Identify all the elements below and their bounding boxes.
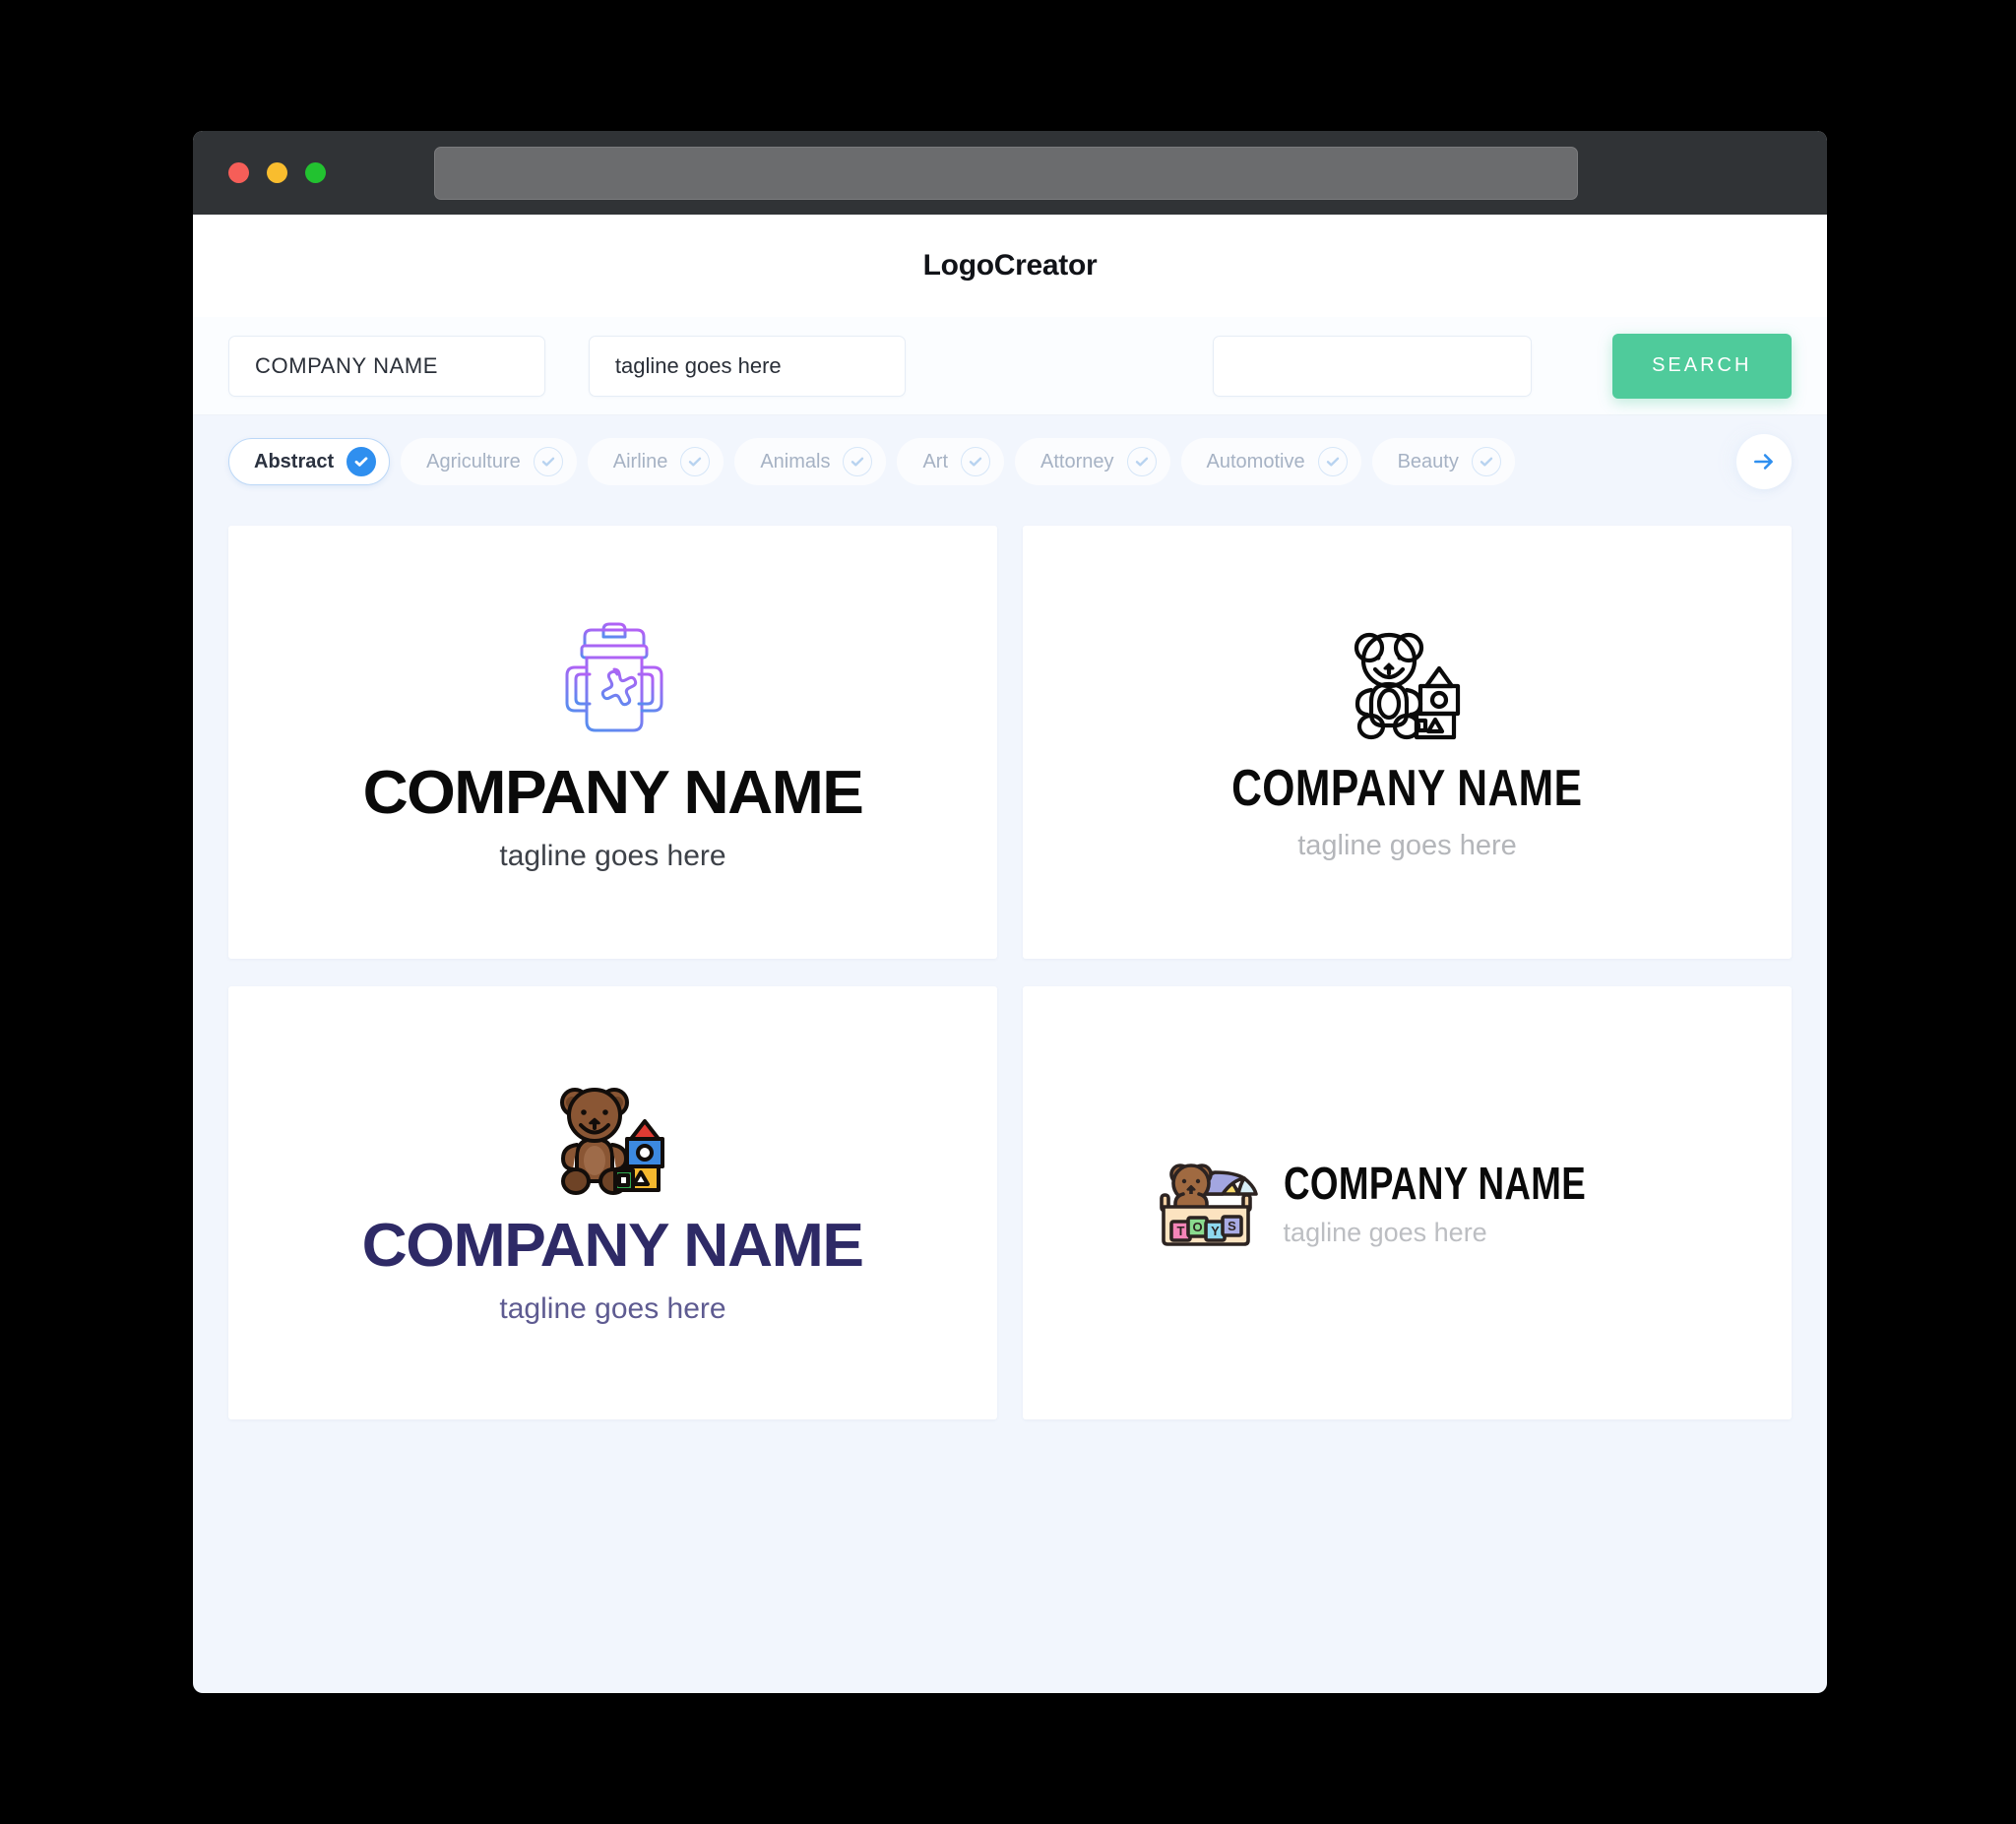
logo-company-name: COMPANY NAME [362, 759, 864, 827]
logo-company-name: COMPANY NAME [1283, 1157, 1586, 1209]
check-circle-icon [1471, 447, 1501, 476]
category-filter-bar: Abstract Agriculture Airline Animals Art… [193, 415, 1827, 508]
svg-text:S: S [1228, 1219, 1236, 1233]
teddy-bear-blocks-outline-icon [1344, 625, 1470, 741]
category-pill-airline[interactable]: Airline [587, 438, 724, 485]
traffic-lights [228, 162, 326, 183]
svg-text:Y: Y [1211, 1224, 1220, 1238]
category-label: Animals [760, 451, 831, 472]
check-circle-icon [961, 447, 991, 476]
sippy-cup-icon [544, 613, 682, 741]
category-pill-animals[interactable]: Animals [734, 438, 887, 485]
page-title: LogoCreator [922, 249, 1098, 282]
category-pill-automotive[interactable]: Automotive [1180, 438, 1361, 485]
teddy-bear-blocks-color-icon [550, 1082, 676, 1196]
address-bar-input[interactable] [434, 146, 1578, 200]
logo-tagline: tagline goes here [1283, 1217, 1487, 1247]
category-pill-abstract[interactable]: Abstract [228, 438, 391, 485]
tagline-input[interactable]: tagline goes here [588, 335, 906, 397]
browser-titlebar [193, 131, 1827, 215]
arrow-right-icon[interactable] [1736, 434, 1792, 489]
check-circle-icon [843, 447, 873, 476]
keyword-input[interactable] [1212, 335, 1532, 397]
logo-company-name: COMPANY NAME [1231, 759, 1583, 817]
category-label: Beauty [1397, 451, 1459, 472]
logo-tagline: tagline goes here [499, 1292, 726, 1325]
search-button[interactable]: SEARCH [1611, 333, 1792, 399]
logo-preview: COMPANY NAME tagline goes here [1193, 625, 1621, 860]
close-window-button[interactable] [228, 162, 249, 183]
logo-tagline: tagline goes here [499, 840, 726, 872]
check-circle-icon [1317, 447, 1348, 476]
category-pill-attorney[interactable]: Attorney [1015, 438, 1170, 485]
maximize-window-button[interactable] [305, 162, 326, 183]
logo-tagline: tagline goes here [1297, 829, 1517, 861]
logo-text-block: COMPANY NAME tagline goes here [1284, 1161, 1662, 1246]
category-label: Attorney [1040, 451, 1114, 472]
logo-results-grid: COMPANY NAME tagline goes here COMPANY N… [193, 508, 1827, 1459]
browser-window: LogoCreator COMPANY NAME tagline goes he… [193, 131, 1827, 1693]
logo-preview: COMPANY NAME tagline goes here [363, 613, 864, 872]
company-name-input[interactable]: COMPANY NAME [228, 335, 545, 397]
category-label: Airline [612, 451, 668, 472]
logo-company-name: COMPANY NAME [362, 1212, 864, 1280]
category-label: Agriculture [426, 451, 521, 472]
svg-text:T: T [1176, 1224, 1184, 1238]
toy-box-icon: T O Y S [1154, 1155, 1258, 1251]
svg-text:O: O [1192, 1220, 1202, 1234]
logo-preview: T O Y S COMPANY NAME tagline goes here [1154, 1155, 1662, 1251]
category-label: Abstract [254, 451, 335, 472]
screenshot-root: LogoCreator COMPANY NAME tagline goes he… [0, 0, 2016, 1824]
category-label: Automotive [1206, 451, 1305, 472]
check-circle-icon [1126, 447, 1157, 476]
search-toolbar: COMPANY NAME tagline goes here SEARCH [193, 317, 1827, 415]
logo-card[interactable]: COMPANY NAME tagline goes here [1023, 526, 1792, 959]
category-pill-beauty[interactable]: Beauty [1371, 438, 1515, 485]
check-circle-icon [346, 447, 377, 476]
category-label: Art [922, 451, 949, 472]
app-header: LogoCreator [193, 215, 1827, 317]
check-circle-icon [533, 447, 563, 476]
category-pill-art[interactable]: Art [897, 438, 1005, 485]
check-circle-icon [680, 447, 711, 476]
logo-card[interactable]: T O Y S COMPANY NAME tagline goes here [1023, 986, 1792, 1419]
logo-card[interactable]: COMPANY NAME tagline goes here [228, 526, 997, 959]
logo-preview: COMPANY NAME tagline goes here [362, 1082, 864, 1325]
logo-card[interactable]: COMPANY NAME tagline goes here [228, 986, 997, 1419]
minimize-window-button[interactable] [267, 162, 287, 183]
category-pill-agriculture[interactable]: Agriculture [401, 438, 577, 485]
